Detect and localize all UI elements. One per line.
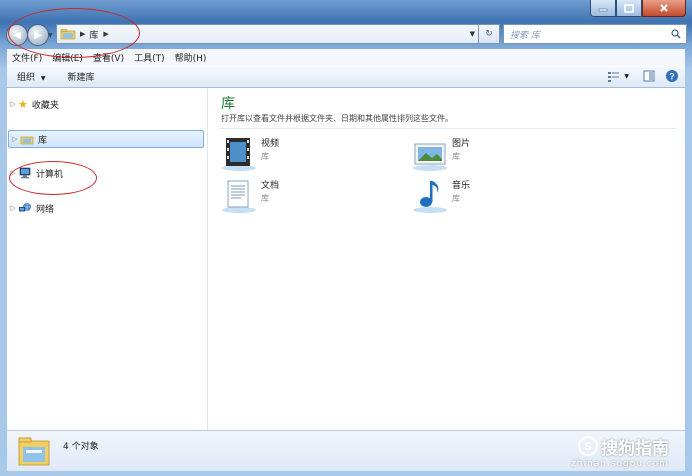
minimize-button[interactable] [590,0,616,17]
library-documents[interactable]: 文档 库 [221,178,279,214]
library-pictures[interactable]: 图片 库 [412,136,470,172]
search-input[interactable]: 搜索 库 [510,28,540,41]
organize-label: 组织 [17,72,36,83]
maximize-icon [624,3,634,13]
library-name: 视频 [261,139,280,149]
menu-tools[interactable]: 工具(T) [129,51,170,64]
close-icon [660,4,668,12]
close-button[interactable] [642,0,686,17]
nav-label-favorites: 收藏夹 [31,100,59,111]
refresh-icon: ↻ [485,29,493,39]
view-options-group: ▼ ? [607,69,685,83]
change-view-icon[interactable] [607,71,621,82]
pictures-library-icon [413,143,447,171]
watermark: S 搜狗指南 zhinan.sogou.com [571,434,669,469]
details-pane: 4 个对象 S 搜狗指南 zhinan.sogou.com [7,430,685,471]
window-controls [590,0,686,17]
svg-text:?: ? [669,72,675,82]
library-type: 库 [261,194,269,203]
preview-pane-icon[interactable] [643,70,655,82]
address-history-dropdown[interactable]: ▼ [470,30,475,38]
library-type: 库 [452,194,460,203]
documents-library-icon [222,180,256,213]
organize-dropdown-icon: ▼ [40,74,46,82]
search-box[interactable]: 搜索 库 [503,24,687,44]
minimize-icon [598,8,608,12]
sogou-logo-icon: S [578,436,598,456]
annotation-circle-address [8,8,140,58]
library-name: 图片 [452,139,471,149]
expand-arrow-icon[interactable]: ▷ [9,100,17,108]
refresh-button[interactable]: ↻ [478,24,500,44]
content-area: ▷ ★ 收藏夹 ▷ 库 ▷ 计算机 ▷ 网络 库 打开库以查看文件并根据文件夹、… [7,88,685,430]
page-title: 库 [221,96,235,112]
nav-item-favorites[interactable]: ▷ ★ 收藏夹 [7,96,205,112]
new-library-button[interactable]: 新建库 [68,70,95,83]
annotation-circle-computer [9,161,97,195]
expand-arrow-icon[interactable]: ▷ [11,135,19,143]
library-video[interactable]: 视频 库 [221,136,279,172]
search-icon [671,29,681,39]
library-name: 音乐 [452,181,471,191]
library-folder-large-icon [18,437,50,466]
libraries-icon [20,136,34,144]
help-icon[interactable]: ? [665,69,679,83]
library-type: 库 [452,152,460,161]
view-dropdown-icon[interactable]: ▼ [624,73,629,80]
library-type: 库 [261,152,269,161]
watermark-brand: 搜狗指南 [601,438,669,459]
menu-help[interactable]: 帮助(H) [170,51,212,64]
nav-item-libraries[interactable]: ▷ 库 [8,130,204,148]
nav-label-network: 网络 [36,204,55,215]
video-library-icon [222,138,256,171]
navigation-pane: ▷ ★ 收藏夹 ▷ 库 ▷ 计算机 ▷ 网络 [7,88,208,430]
network-icon [19,203,31,212]
libraries-view: 库 打开库以查看文件并根据文件夹、日期和其他属性排列这些文件。 视频 库 图片 … [219,88,685,430]
library-name: 文档 [261,181,280,191]
item-count: 4 个对象 [63,441,99,452]
watermark-url: zhinan.sogou.com [571,458,669,469]
music-library-icon [413,181,447,213]
svg-text:S: S [584,441,591,453]
command-bar: 组织 ▼ 新建库 ▼ ? [7,65,685,88]
page-description: 打开库以查看文件并根据文件夹、日期和其他属性排列这些文件。 [221,114,453,123]
organize-button[interactable]: 组织 ▼ [17,70,46,83]
library-music[interactable]: 音乐 库 [412,178,470,214]
maximize-button[interactable] [616,0,642,17]
favorites-star-icon: ★ [18,97,28,111]
explorer-window: ◀ ▶ ▼ ▶ 库 ▶ ▼ ↻ 搜索 库 文件(F) 编辑(E) 查看(V) 工… [0,0,692,476]
expand-arrow-icon[interactable]: ▷ [9,204,17,212]
nav-item-network[interactable]: ▷ 网络 [7,200,205,216]
nav-label-libraries: 库 [38,135,48,146]
header-divider [219,128,677,129]
